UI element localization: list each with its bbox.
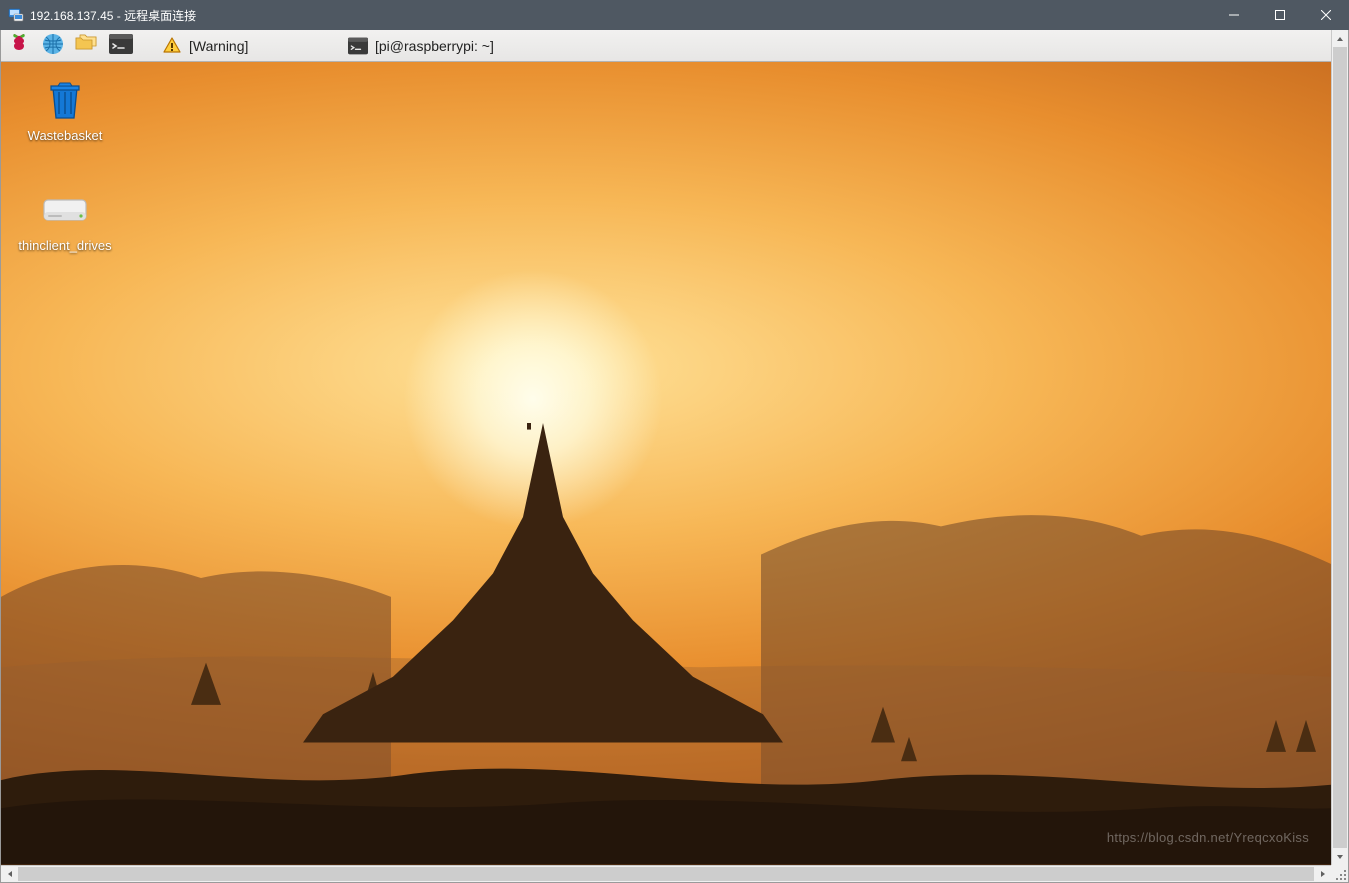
rdc-icon: [8, 7, 24, 23]
scroll-track[interactable]: [18, 866, 1314, 882]
task-terminal[interactable]: [pi@raspberrypi: ~]: [343, 33, 523, 59]
raspberry-icon: [7, 32, 31, 59]
resize-grip[interactable]: [1331, 865, 1348, 882]
terminal-icon: [347, 35, 369, 57]
scroll-thumb[interactable]: [1333, 47, 1347, 848]
window-controls: [1211, 0, 1349, 30]
task-warning[interactable]: [Warning]: [157, 33, 337, 59]
menu-button[interactable]: [5, 32, 33, 60]
task-label: [Warning]: [189, 38, 248, 54]
panel: [Warning] [pi@raspberrypi: ~]: [1, 30, 1331, 62]
window-titlebar: 192.168.137.45 - 远程桌面连接: [0, 0, 1349, 30]
close-button[interactable]: [1303, 0, 1349, 30]
scroll-right-button[interactable]: [1314, 866, 1331, 882]
wallpaper-foreground: [1, 423, 1331, 865]
file-manager-launcher[interactable]: [73, 32, 101, 60]
trash-icon: [41, 76, 89, 124]
warning-icon: [161, 35, 183, 57]
horizontal-scrollbar[interactable]: [1, 865, 1331, 882]
desktop-icon-label: thinclient_drives: [15, 238, 115, 254]
task-label: [pi@raspberrypi: ~]: [375, 38, 494, 54]
window-title: 192.168.137.45 - 远程桌面连接: [30, 7, 196, 24]
scroll-thumb[interactable]: [18, 867, 1314, 881]
terminal-launcher[interactable]: [107, 32, 135, 60]
scroll-left-button[interactable]: [1, 866, 18, 882]
scroll-down-button[interactable]: [1332, 848, 1348, 865]
drive-icon: [41, 186, 89, 234]
desktop-icon-wastebasket[interactable]: Wastebasket: [15, 76, 115, 144]
vertical-scrollbar[interactable]: [1331, 30, 1348, 865]
web-browser-launcher[interactable]: [39, 32, 67, 60]
maximize-button[interactable]: [1257, 0, 1303, 30]
desktop[interactable]: Wastebasket thinclient_drives https://bl…: [1, 62, 1331, 865]
folders-icon: [74, 33, 100, 58]
minimize-button[interactable]: [1211, 0, 1257, 30]
scroll-up-button[interactable]: [1332, 30, 1348, 47]
desktop-icon-thinclient-drives[interactable]: thinclient_drives: [15, 186, 115, 254]
remote-session: [Warning] [pi@raspberrypi: ~]: [0, 30, 1349, 883]
globe-icon: [41, 32, 65, 59]
desktop-icon-label: Wastebasket: [15, 128, 115, 144]
scroll-track[interactable]: [1332, 47, 1348, 848]
terminal-icon: [109, 34, 133, 57]
